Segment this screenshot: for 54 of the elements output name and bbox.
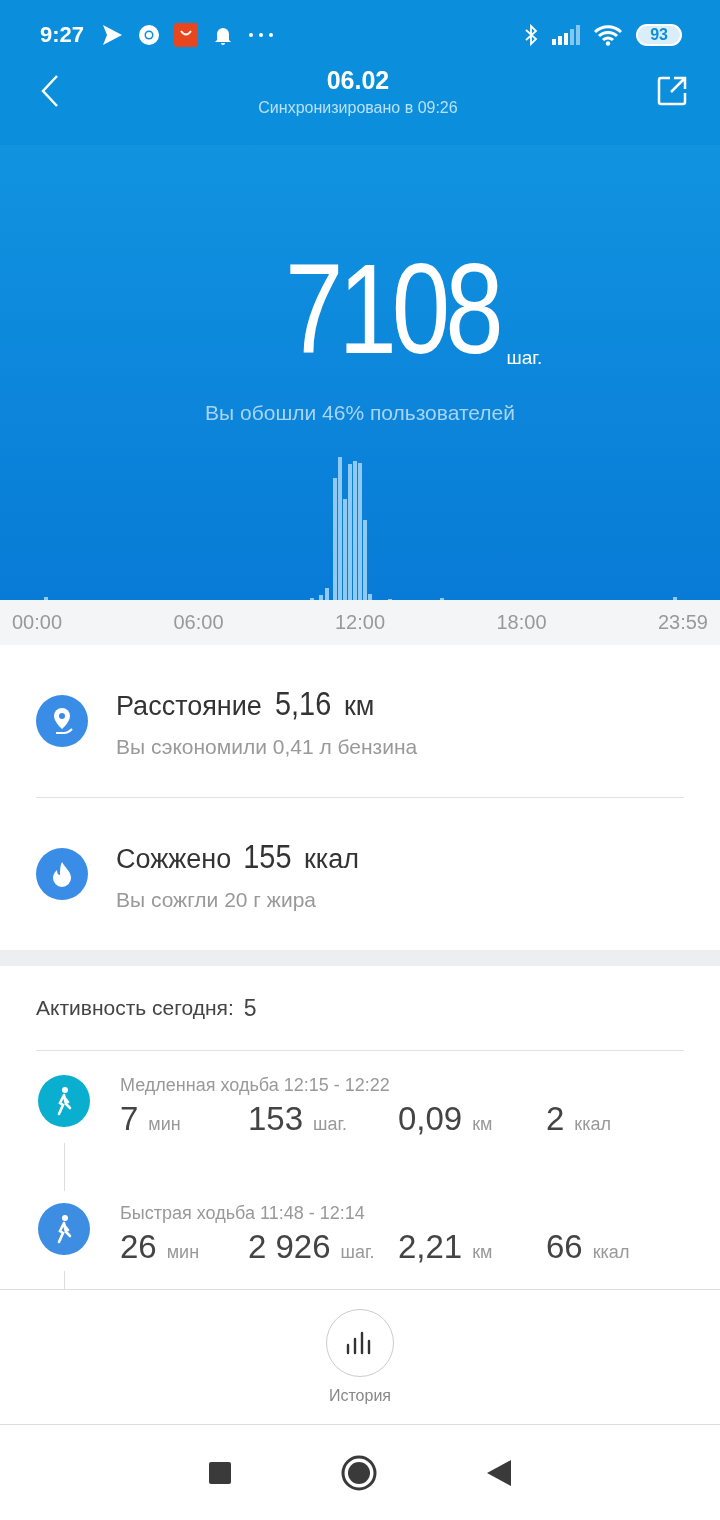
stat-value: 26 [120,1228,157,1266]
stat-value: 153 [248,1100,304,1138]
browser-icon [138,24,161,46]
stat-unit: мин [148,1114,181,1135]
wifi-icon [594,24,623,46]
activity-name: Быстрая ходьба 11:48 - 12:14 [120,1203,366,1224]
time-label: 00:00 [12,611,63,634]
stat-unit: км [472,1242,493,1263]
metric-note: Вы сожгли 20 г жира [116,887,317,912]
more-icon [248,32,275,38]
status-time: 9:27 [40,22,85,48]
step-unit: шаг. [506,347,543,369]
date-title: 06.02 [326,65,390,95]
stat-unit: ккал [574,1114,612,1135]
step-count: 7108 [284,245,499,373]
activity-name: Медленная ходьба 12:15 - 12:22 [120,1075,391,1096]
metric-note: Вы сэкономили 0,41 л бензина [116,734,418,759]
activity-count: 5 [243,994,257,1022]
bluetooth-icon [524,24,539,46]
flame-icon [36,848,88,900]
time-label: 18:00 [496,611,547,634]
home-icon[interactable] [341,1454,377,1491]
metric-value: 155 [243,836,292,876]
signal-icon [552,25,581,45]
stat-unit: км [472,1114,493,1135]
comparison-text: Вы обошли 46% пользователей [205,401,515,425]
stat-value: 7 [120,1100,139,1138]
stat-value: 2 926 [248,1228,331,1266]
stat-value: 2 [546,1100,565,1138]
battery-indicator: 93 [636,24,682,46]
recents-icon[interactable] [209,1461,231,1484]
metric-label: Сожжено [116,843,232,875]
histogram-bar [319,595,323,600]
metric-unit: км [344,690,375,722]
metric-label: Расстояние [116,690,262,722]
stat-value: 66 [546,1228,583,1266]
back-icon[interactable] [487,1459,511,1486]
stat-unit: мин [166,1242,200,1263]
location-pin-icon [36,695,88,747]
shopping-bag-icon [174,23,199,47]
time-label: 06:00 [173,611,224,634]
stat-value: 2,21 [398,1228,463,1266]
stat-unit: шаг. [340,1242,375,1263]
history-label: История [328,1387,391,1405]
stat-unit: ккал [592,1242,630,1263]
time-label: 23:59 [657,611,708,634]
stat-value: 0,09 [398,1100,463,1138]
metric-unit: ккал [304,843,359,875]
stat-unit: шаг. [313,1114,347,1135]
metric-value: 5,16 [274,683,332,723]
activity-title: Активность сегодня: [36,996,234,1020]
histogram-bar [325,588,329,600]
time-label: 12:00 [334,611,386,634]
sync-status: Синхронизировано в 09:26 [258,98,458,117]
